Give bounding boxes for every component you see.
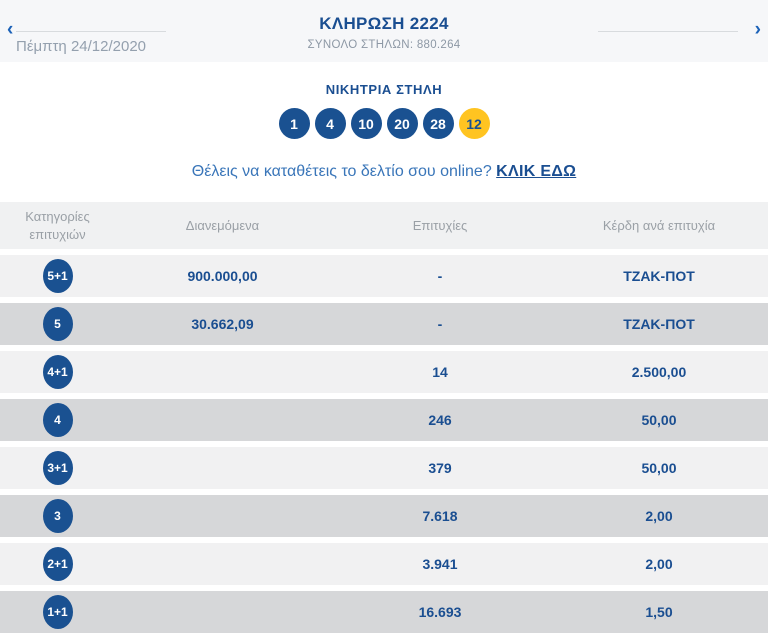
cell-winners: -: [437, 268, 443, 284]
winning-number-ball: 10: [350, 108, 382, 139]
category-badge: 5+1: [42, 259, 73, 293]
cell-winners: 379: [428, 460, 452, 476]
cell-prize: 1,50: [645, 604, 673, 620]
category-badge: 2+1: [42, 547, 73, 581]
col-header-category: Κατηγορίες επιτυχιών: [25, 208, 90, 242]
category-badge: 3: [42, 499, 73, 533]
category-badge: 3+1: [42, 451, 73, 485]
next-draw-icon[interactable]: ›: [755, 20, 761, 39]
draw-heading: ΚΛΗΡΩΣΗ 2224 ΣΥΝΟΛΟ ΣΤΗΛΩΝ: 880.264: [0, 14, 768, 51]
table-row: 4+1 14 2.500,00: [0, 351, 768, 393]
cell-prize: 2.500,00: [631, 364, 687, 380]
category-badge: 5: [42, 307, 73, 341]
cell-winners: 3.941: [422, 556, 458, 572]
cell-prize: 2,00: [645, 556, 673, 572]
table-row: 5 30.662,09 - ΤΖΑΚ-ΠΟΤ: [0, 303, 768, 345]
results-table: Κατηγορίες επιτυχιών Διανεμόμενα Επιτυχί…: [0, 202, 768, 633]
cell-prize: 50,00: [641, 412, 677, 428]
table-header-row: Κατηγορίες επιτυχιών Διανεμόμενα Επιτυχί…: [0, 202, 768, 249]
click-here-link[interactable]: ΚΛΙΚ ΕΔΩ: [496, 163, 576, 180]
table-row: 1+1 16.693 1,50: [0, 591, 768, 633]
table-row: 3+1 379 50,00: [0, 447, 768, 489]
joker-number-ball: 12: [458, 108, 490, 139]
winning-numbers: 1 4 10 20 28 12: [0, 108, 768, 139]
winning-number-ball: 1: [278, 108, 310, 139]
table-row: 3 7.618 2,00: [0, 495, 768, 537]
next-draw-group: [598, 31, 738, 32]
cell-prize: 2,00: [645, 508, 673, 524]
winning-column-label: ΝΙΚΗΤΡΙΑ ΣΤΗΛΗ: [325, 82, 443, 97]
cell-distributed: 900.000,00: [187, 268, 258, 284]
cell-winners: 14: [432, 364, 448, 380]
category-badge: 4+1: [42, 355, 73, 389]
header-divider-line: [598, 31, 738, 32]
cell-distributed: 30.662,09: [191, 316, 254, 332]
winning-number-ball: 28: [422, 108, 454, 139]
cell-prize: 50,00: [641, 460, 677, 476]
cta-text: Θέλεις να καταθέτεις το δελτίο σου onlin…: [191, 163, 497, 180]
cell-winners: 246: [428, 412, 452, 428]
category-badge: 4: [42, 403, 73, 437]
cell-winners: 16.693: [418, 604, 462, 620]
draw-nav-band: ‹ Πέμπτη 24/12/2020 ΚΛΗΡΩΣΗ 2224 ΣΥΝΟΛΟ …: [0, 0, 768, 62]
col-header-winners: Επιτυχίες: [412, 217, 468, 233]
winning-number-ball: 4: [314, 108, 346, 139]
online-cta: Θέλεις να καταθέτεις το δελτίο σου onlin…: [0, 163, 768, 181]
col-header-distributed: Διανεμόμενα: [185, 217, 260, 233]
col-header-prize: Κέρδη ανά επιτυχία: [602, 217, 716, 233]
table-row: 2+1 3.941 2,00: [0, 543, 768, 585]
table-row: 5+1 900.000,00 - ΤΖΑΚ-ΠΟΤ: [0, 255, 768, 297]
category-badge: 1+1: [42, 595, 73, 629]
cell-winners: -: [437, 316, 443, 332]
cell-winners: 7.618: [422, 508, 458, 524]
cell-prize: ΤΖΑΚ-ΠΟΤ: [623, 268, 695, 284]
total-columns: ΣΥΝΟΛΟ ΣΤΗΛΩΝ: 880.264: [307, 39, 461, 51]
winning-number-ball: 20: [386, 108, 418, 139]
table-row: 4 246 50,00: [0, 399, 768, 441]
cell-prize: ΤΖΑΚ-ΠΟΤ: [623, 316, 695, 332]
